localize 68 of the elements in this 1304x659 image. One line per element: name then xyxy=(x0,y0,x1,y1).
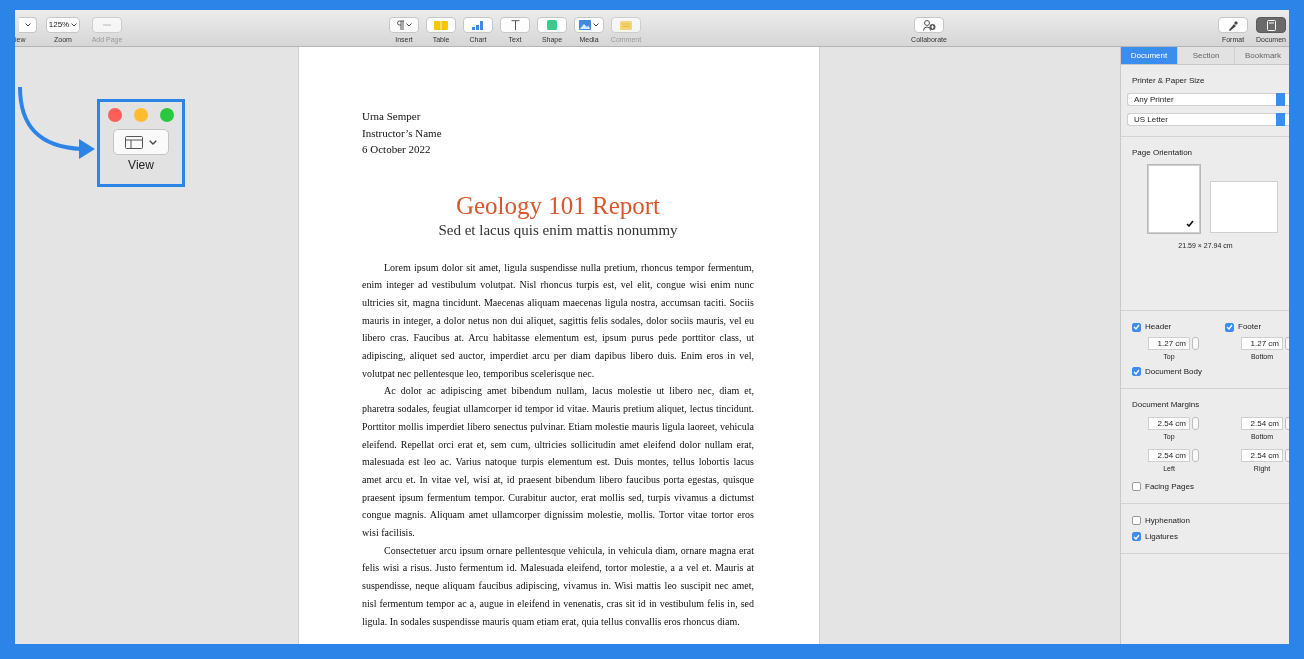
stepper-control[interactable] xyxy=(1192,336,1199,350)
shape-button[interactable] xyxy=(537,17,567,33)
report-subtitle: Sed et lacus quis enim mattis nonummy xyxy=(437,220,679,239)
printer-dropdown[interactable]: Any Printer xyxy=(1127,93,1289,106)
note-icon xyxy=(620,20,632,30)
text-icon xyxy=(510,20,520,30)
report-title: Geology 101 Report xyxy=(454,190,662,221)
author-name: Urna Semper xyxy=(362,109,422,124)
instructor-name: Instructor’s Name xyxy=(362,125,443,141)
landscape-page-option[interactable] xyxy=(1210,181,1278,233)
window-control-icon[interactable] xyxy=(108,108,122,122)
ligatures-checkbox[interactable] xyxy=(1132,532,1141,541)
measurement-field[interactable]: 2.54 cm xyxy=(1148,417,1190,430)
text-button[interactable] xyxy=(500,17,530,33)
checkbox-label: Hyphenation xyxy=(1145,514,1190,527)
checkbox-label: Header xyxy=(1145,321,1172,333)
paragraph-icon xyxy=(396,20,404,30)
document-button[interactable] xyxy=(1256,17,1286,33)
bar-chart-icon xyxy=(472,20,484,30)
body-paragraph: Consectetuer arcu ipsum ornare pellentesque vehicula, in vehicula diam, ornare magna erat felis wisi a risus. Justo fermentum id. Malesuada eleifend, tortor molestie, a a vel et. Mauris at suspendisse, neque aliquam faucibus adipiscing, vivamus in. Wisi mattis leo suscipit nec amet, nisl fermentum tempor ac a, augue in eleifend in venenatis, cras sit id in vestibulum felis in, sed ligula. In sodales suspendisse mauris quam etiam erat, quia tellus convallis eros rhoncus diam. xyxy=(362,543,754,629)
inspector-tab[interactable]: Section xyxy=(1178,47,1235,64)
chart-button[interactable] xyxy=(463,17,493,33)
checkbox-label: Document Body xyxy=(1145,365,1202,378)
body-paragraph: Lorem ipsum dolor sit amet, ligula suspendisse nulla pretium, rhoncus tempor fermentum, enim integer ad vestibulum volutpat. Nisl rhoncus turpis est, vel elit, congue wisi enim nunc ultricies sit, magna tincidunt. Maecenas aliquam maecenas ligula nostra, accumsan taciti. Sociis mauris in integer, a dolor netus non dui aliquet, sagittis felis sodales, dolor sociis mauris, vel eu libero cras. Faucibus at. Arcu habitasse elementum est, ipsum purus pede porttitor class, ut adipiscing, aliquet sed auctor, imperdiet arcu per diam dapibus libero duis. Enim eros in vel, volutpat nec pellentesque leo, temporibus scelerisque nec. xyxy=(362,260,754,381)
facing-pages-checkbox[interactable] xyxy=(1132,482,1141,491)
measurement-field[interactable]: 2.54 cm xyxy=(1241,417,1283,430)
square-icon xyxy=(547,20,557,30)
table-icon xyxy=(434,20,448,30)
document-icon xyxy=(1266,19,1276,31)
section-heading: Printer & Paper Size xyxy=(1132,75,1206,87)
checkbox-label: Ligatures xyxy=(1145,530,1178,543)
format-button[interactable] xyxy=(1218,17,1248,33)
measurement-field[interactable]: 2.54 cm xyxy=(1241,448,1283,462)
section-heading: Document Margins xyxy=(1132,399,1201,411)
view-label: View xyxy=(128,159,154,171)
date-text: 6 October 2022 xyxy=(362,142,432,157)
document-body-checkbox[interactable] xyxy=(1132,367,1141,376)
stepper-control[interactable] xyxy=(1192,417,1199,430)
dash-icon xyxy=(103,24,111,26)
measurement-field[interactable]: 1.27 cm xyxy=(1241,336,1283,350)
person-plus-icon xyxy=(922,19,936,31)
hyphenation-checkbox[interactable] xyxy=(1132,516,1141,525)
measurement-field[interactable]: 2.54 cm xyxy=(1148,448,1190,462)
collaborate-button[interactable] xyxy=(914,17,944,33)
layout-icon xyxy=(125,135,143,149)
body-paragraph: Ac dolor ac adipiscing amet bibendum nullam, lacus molestie ut libero nec, diam et, pharetra sodales, feugiat ullamcorper id tempor id vitae. Mauris pretium aliquet, lectus tincidunt. Porttitor mollis imperdiet libero senectus pulvinar. Etiam molestie mauris ligula laoreet, vehicula eleifend. Repellat orci erat et, sem cum, ultricies sollicitudin amet eleifend dolor nullam erat, malesuada est leo ac. Varius natoque turpis elementum est. Duis montes, tellus lobortis lacus amet arcu et. In vitae vel, wisi at, id praesent bibendum libero faucibus porta egestas, quisque praesent ipsum fermentum tempor. Curabitur auctor, erat mollis sed, turpis vivamus a dictumst congue magnis. Aliquam amet ullamcorper dignissim molestie, mollis. Tortor vitae tortor eros wisi facilisis. xyxy=(362,384,754,541)
inspector-tab[interactable]: Bookmark xyxy=(1235,47,1289,64)
paintbrush-icon xyxy=(1227,19,1239,31)
view-partial-button[interactable] xyxy=(19,17,37,33)
stepper-control[interactable] xyxy=(1192,448,1199,462)
window-control-icon[interactable] xyxy=(134,108,148,122)
section-heading: Page Orientation xyxy=(1132,147,1194,159)
header-checkbox[interactable] xyxy=(1132,322,1141,332)
view-button[interactable] xyxy=(113,129,169,155)
footer-checkbox[interactable] xyxy=(1225,322,1234,332)
checkmark-icon xyxy=(1186,220,1194,227)
zoom-button[interactable]: 125% xyxy=(46,17,80,33)
portrait-page-option[interactable] xyxy=(1148,165,1200,233)
window-control-icon[interactable] xyxy=(160,108,174,122)
checkbox-label: Footer xyxy=(1238,321,1262,333)
paper-size-dropdown[interactable]: US Letter xyxy=(1127,113,1289,126)
checkbox-label: Facing Pages xyxy=(1145,480,1194,493)
insert-button[interactable] xyxy=(389,17,419,33)
media-button[interactable] xyxy=(574,17,604,33)
table-button[interactable] xyxy=(426,17,456,33)
chevron-icon xyxy=(149,139,157,145)
picture-icon xyxy=(579,20,591,30)
measurement-field[interactable]: 1.27 cm xyxy=(1148,336,1190,350)
